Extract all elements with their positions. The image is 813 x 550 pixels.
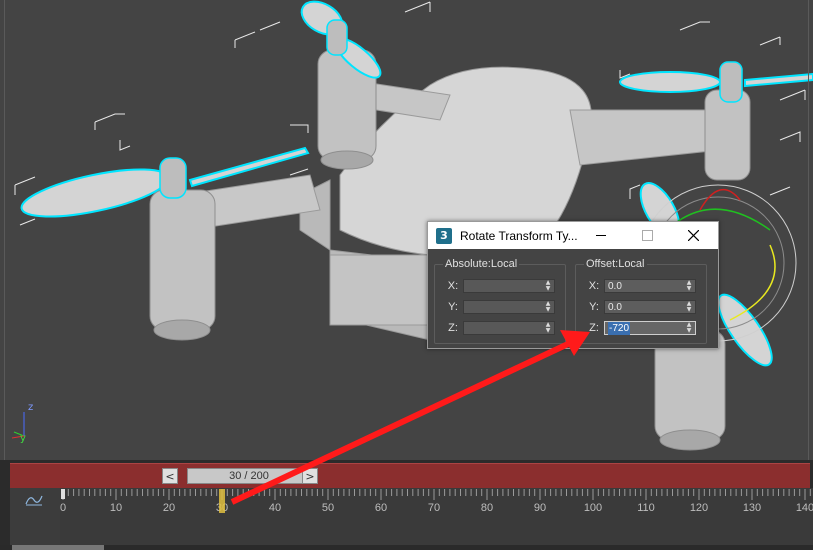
absolute-z-label: Z: <box>448 322 458 334</box>
3dsmax-app-icon: 3 <box>436 227 452 244</box>
current-frame-marker[interactable] <box>219 489 225 513</box>
absolute-x-row: X: ▲ ▼ <box>443 278 555 294</box>
rotate-transform-type-in-dialog[interactable]: 3 Rotate Transform Ty... Absolute:Local … <box>427 221 719 349</box>
ruler-label: 120 <box>690 502 708 514</box>
spinner-arrows-icon[interactable]: ▲ ▼ <box>544 280 552 292</box>
dialog-titlebar[interactable]: 3 Rotate Transform Ty... <box>428 222 718 249</box>
absolute-local-group: Absolute:Local X: ▲ ▼ Y: ▲ ▼ Z: ▲ ▼ <box>434 258 566 344</box>
spinner-arrows-icon[interactable]: ▲ ▼ <box>685 301 693 313</box>
ruler-label: 60 <box>375 502 387 514</box>
offset-y-spinner[interactable]: 0.0 ▲ ▼ <box>604 300 696 314</box>
minimize-icon <box>596 235 606 236</box>
prev-frame-button[interactable]: < <box>162 468 178 484</box>
status-strip <box>0 545 813 550</box>
absolute-y-label: Y: <box>448 301 458 313</box>
ruler-label: 110 <box>637 502 655 514</box>
absolute-z-spinner[interactable]: ▲ ▼ <box>463 321 555 335</box>
offset-y-label: Y: <box>589 301 599 313</box>
close-icon <box>687 230 699 241</box>
ruler-label: 80 <box>481 502 493 514</box>
viewport-perspective[interactable]: z y 3 Rotate Transform Ty... Absolute:Lo… <box>0 0 813 460</box>
offset-x-row: X: 0.0 ▲ ▼ <box>584 278 696 294</box>
spinner-arrows-icon[interactable]: ▲ ▼ <box>685 280 693 292</box>
ruler-label: 70 <box>428 502 440 514</box>
status-tab <box>12 545 104 550</box>
time-slider-thumb[interactable]: 30 / 200 <box>187 468 311 484</box>
axis-label-z: z <box>28 402 34 413</box>
ruler-label: 10 <box>110 502 122 514</box>
offset-local-legend: Offset:Local <box>584 258 647 270</box>
next-frame-button[interactable]: > <box>302 468 318 484</box>
absolute-local-legend: Absolute:Local <box>443 258 520 270</box>
ruler-label: 100 <box>584 502 602 514</box>
dialog-title: Rotate Transform Ty... <box>460 228 578 243</box>
maximize-icon <box>641 230 653 241</box>
minimize-button[interactable] <box>578 222 624 249</box>
time-slider[interactable]: < 30 / 200 > <box>10 463 810 488</box>
ruler-label: 50 <box>322 502 334 514</box>
maximize-button[interactable] <box>624 222 670 249</box>
offset-y-row: Y: 0.0 ▲ ▼ <box>584 299 696 315</box>
ruler-label: 130 <box>743 502 761 514</box>
keyframe-marker[interactable] <box>61 489 65 499</box>
spinner-arrows-icon[interactable]: ▲ ▼ <box>685 322 693 334</box>
spinner-arrows-icon[interactable]: ▲ ▼ <box>544 301 552 313</box>
spinner-arrows-icon[interactable]: ▲ ▼ <box>544 322 552 334</box>
track-bar-ruler: 0102030405060708090100110120130140 <box>60 488 813 545</box>
ruler-label: 90 <box>534 502 546 514</box>
track-bar[interactable]: 0102030405060708090100110120130140 <box>10 488 813 545</box>
absolute-x-label: X: <box>447 280 459 292</box>
offset-z-label: Z: <box>589 322 599 334</box>
absolute-x-spinner[interactable]: ▲ ▼ <box>463 279 555 293</box>
close-button[interactable] <box>670 222 716 249</box>
offset-z-row: Z: -720 ▲ ▼ <box>584 320 696 336</box>
ruler-label: 0 <box>60 502 66 514</box>
axis-label-y: y <box>20 433 26 444</box>
offset-z-spinner[interactable]: -720 ▲ ▼ <box>604 321 696 335</box>
ruler-label: 20 <box>163 502 175 514</box>
offset-local-group: Offset:Local X: 0.0 ▲ ▼ Y: 0.0 ▲ ▼ Z: -720 <box>575 258 707 344</box>
absolute-y-row: Y: ▲ ▼ <box>443 299 555 315</box>
absolute-z-row: Z: ▲ ▼ <box>443 320 555 336</box>
offset-x-label: X: <box>588 280 600 292</box>
absolute-y-spinner[interactable]: ▲ ▼ <box>463 300 555 314</box>
offset-x-spinner[interactable]: 0.0 ▲ ▼ <box>604 279 696 293</box>
ruler-label: 140 <box>796 502 813 514</box>
ruler-label: 40 <box>269 502 281 514</box>
